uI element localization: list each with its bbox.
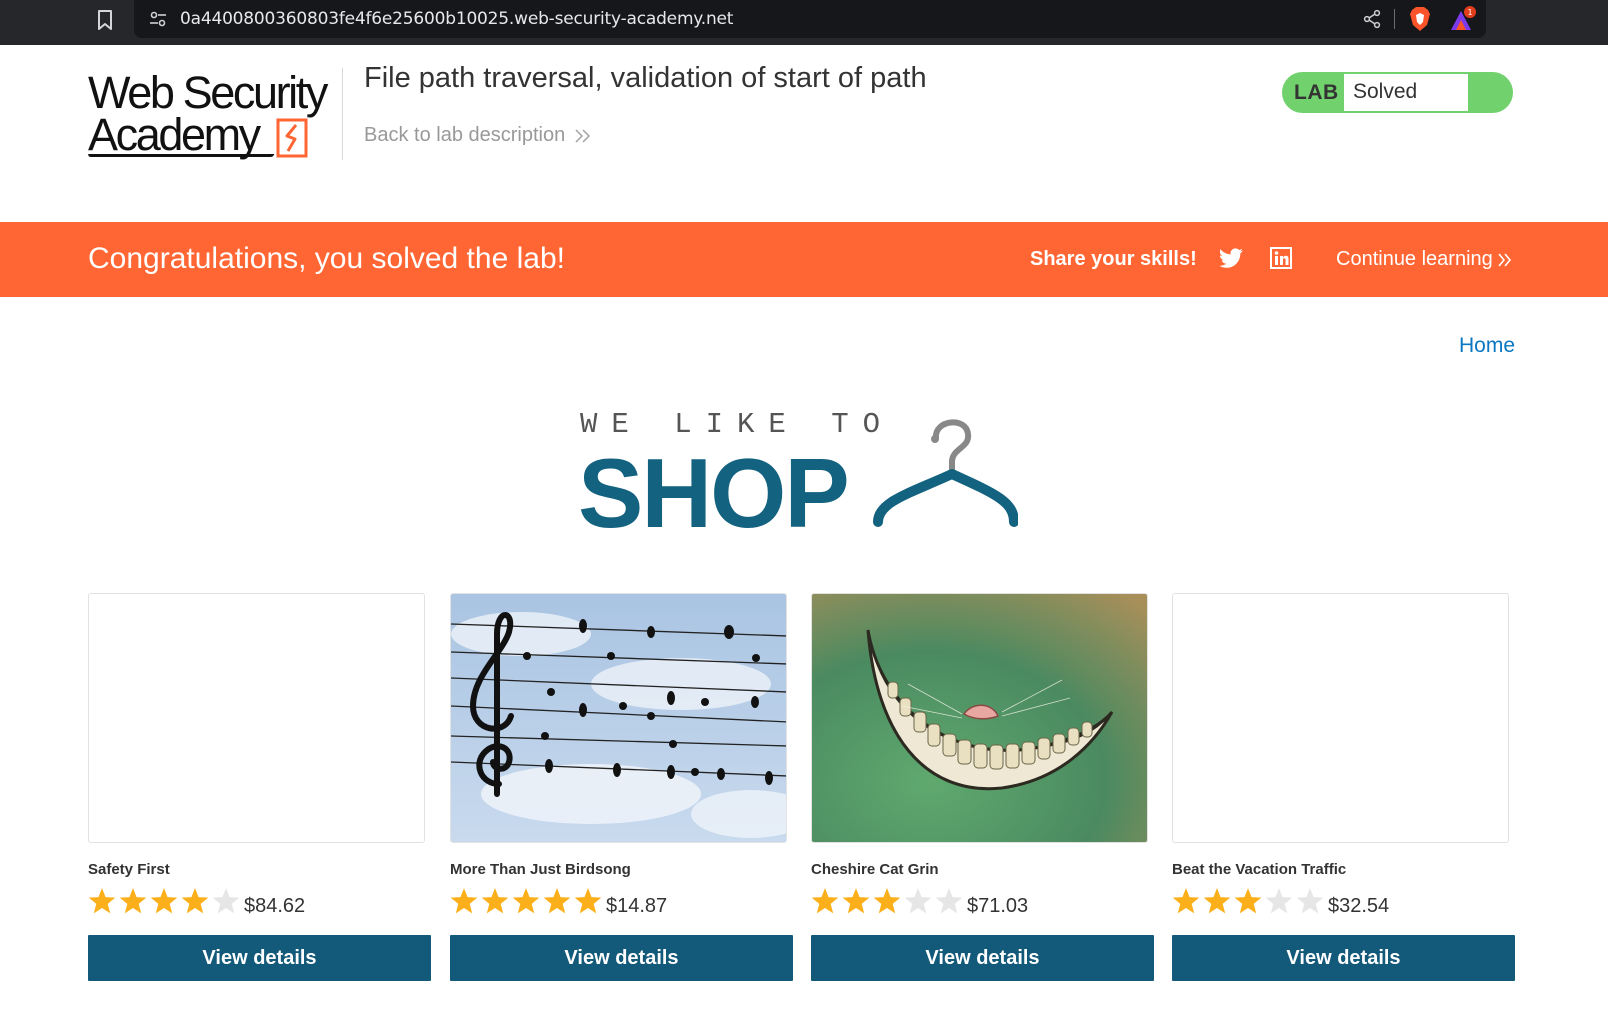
star-empty-icon (1265, 888, 1293, 914)
star-filled-icon (811, 888, 839, 914)
browser-toolbar: 0a4400800360803fe4f6e25600b10025.web-sec… (0, 0, 1608, 45)
web-security-academy-logo[interactable]: Web Security Academy (87, 64, 340, 164)
product-card: Safety First $84.62 View details (88, 593, 431, 983)
clothes-hanger-icon (873, 419, 1018, 527)
share-skills-label: Share your skills! (1030, 248, 1197, 270)
view-details-button[interactable]: View details (450, 935, 793, 981)
star-empty-icon (935, 888, 963, 914)
star-filled-icon (873, 888, 901, 914)
star-filled-icon (842, 888, 870, 914)
toolbar-separator (1394, 9, 1395, 29)
product-card: More Than Just Birdsong $14.87 View deta… (450, 593, 793, 983)
star-filled-icon (450, 888, 478, 914)
star-filled-icon (88, 888, 116, 914)
lab-title: File path traversal, validation of start… (364, 62, 927, 94)
header-divider (342, 68, 343, 160)
brave-rewards-icon[interactable]: 1 (1448, 5, 1478, 33)
product-image (1172, 593, 1509, 843)
product-price: $14.87 (606, 895, 668, 917)
double-chevron-right-icon[interactable] (1497, 252, 1513, 268)
home-link[interactable]: Home (1459, 334, 1515, 358)
star-empty-icon (1296, 888, 1324, 914)
lab-status-value: Solved (1344, 74, 1468, 111)
cat-grin-image (812, 594, 1147, 842)
view-details-button[interactable]: View details (88, 935, 431, 981)
logo-underline (87, 154, 275, 157)
star-rating (1172, 888, 1324, 914)
star-filled-icon (543, 888, 571, 914)
brave-shields-icon[interactable] (1408, 6, 1432, 32)
logo-text-line2: Academy (88, 109, 261, 160)
star-filled-icon (119, 888, 147, 914)
academy-lightning-icon (276, 118, 308, 158)
url-text: 0a4400800360803fe4f6e25600b10025.web-sec… (180, 9, 734, 29)
bookmark-icon[interactable] (94, 8, 116, 32)
product-name: More Than Just Birdsong (450, 861, 631, 878)
product-image (811, 593, 1148, 843)
product-image (450, 593, 787, 843)
product-price: $84.62 (244, 895, 306, 917)
back-to-lab-description-link[interactable]: Back to lab description (364, 124, 565, 147)
product-card: Cheshire Cat Grin $71.03 View details (811, 593, 1154, 983)
lab-status-label: LAB (1294, 81, 1339, 104)
star-filled-icon (1203, 888, 1231, 914)
music-birds-image (451, 594, 786, 842)
double-chevron-right-icon[interactable] (574, 128, 592, 144)
product-card: Beat the Vacation Traffic $32.54 View de… (1172, 593, 1515, 983)
star-rating (450, 888, 602, 914)
star-filled-icon (1172, 888, 1200, 914)
solved-message: Congratulations, you solved the lab! (88, 242, 565, 275)
product-name: Cheshire Cat Grin (811, 861, 939, 878)
star-rating (88, 888, 240, 914)
star-filled-icon (150, 888, 178, 914)
lab-solved-banner: Congratulations, you solved the lab! Sha… (0, 222, 1608, 297)
star-filled-icon (512, 888, 540, 914)
view-details-button[interactable]: View details (811, 935, 1154, 981)
shop-word: SHOP (578, 438, 850, 548)
product-price: $32.54 (1328, 895, 1390, 917)
star-filled-icon (181, 888, 209, 914)
star-empty-icon (212, 888, 240, 914)
lab-status-badge: LAB Solved (1282, 72, 1513, 113)
twitter-icon[interactable] (1220, 248, 1244, 269)
site-settings-icon[interactable] (148, 9, 168, 29)
continue-learning-link[interactable]: Continue learning (1336, 248, 1493, 271)
star-filled-icon (1234, 888, 1262, 914)
product-name: Safety First (88, 861, 170, 878)
star-filled-icon (574, 888, 602, 914)
star-filled-icon (481, 888, 509, 914)
shop-logo: WE LIKE TO SHOP (578, 408, 1022, 542)
address-bar[interactable]: 0a4400800360803fe4f6e25600b10025.web-sec… (134, 0, 1486, 38)
product-image (88, 593, 425, 843)
linkedin-icon[interactable] (1270, 247, 1292, 269)
notification-badge: 1 (1467, 8, 1472, 17)
product-name: Beat the Vacation Traffic (1172, 861, 1347, 878)
star-rating (811, 888, 963, 914)
product-price: $71.03 (967, 895, 1029, 917)
star-empty-icon (904, 888, 932, 914)
shop-tagline: WE LIKE TO (580, 408, 895, 441)
share-icon[interactable] (1362, 9, 1382, 29)
view-details-button[interactable]: View details (1172, 935, 1515, 981)
